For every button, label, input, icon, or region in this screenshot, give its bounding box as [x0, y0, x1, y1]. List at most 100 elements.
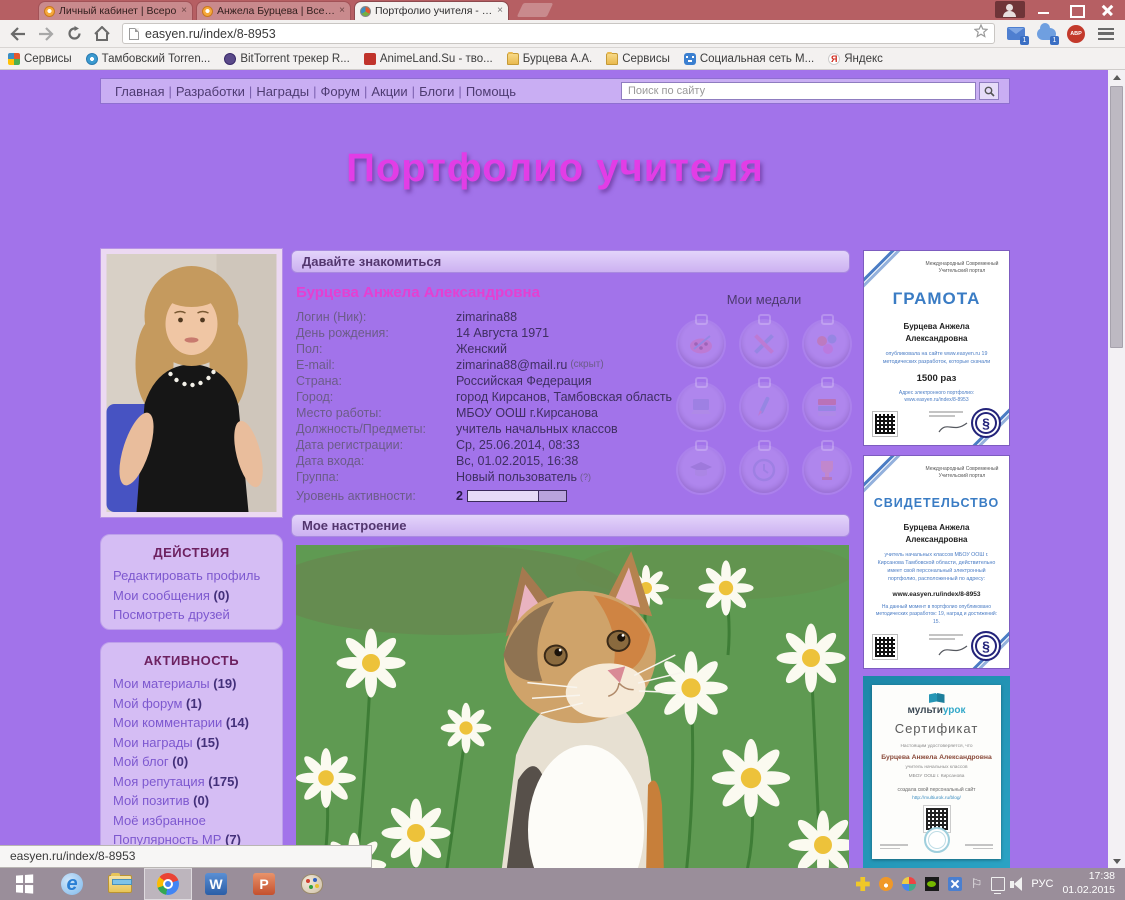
tab-personal-cabinet[interactable]: Личный кабинет | Всеро ×: [38, 1, 193, 20]
round-seal-icon: [924, 827, 950, 853]
address-bar[interactable]: easyen.ru/index/8-8953: [122, 23, 995, 44]
language-indicator[interactable]: РУС: [1031, 878, 1053, 890]
certificate-multiurok[interactable]: мультиурок Сертификат Настоящим удостове…: [863, 676, 1010, 868]
reload-icon[interactable]: [62, 23, 86, 45]
cloud-badge: 1: [1050, 36, 1059, 45]
edit-profile-link[interactable]: Редактировать профиль: [113, 566, 270, 586]
profile-full-name: Бурцева Анжела Александровна: [296, 284, 540, 301]
link-label: Мои сообщения: [113, 588, 210, 603]
bookmark-yandex[interactable]: Я Яндекс: [828, 53, 883, 65]
medal-books-icon: [804, 384, 850, 430]
tab-close-icon[interactable]: ×: [497, 6, 503, 16]
tray-plugin-icon[interactable]: [856, 877, 870, 891]
nav-separator: |: [458, 84, 461, 99]
certificate-gramota[interactable]: Международный Современный Учительский по…: [863, 250, 1010, 446]
taskbar-file-explorer[interactable]: [96, 868, 144, 900]
scroll-up-icon[interactable]: [1108, 70, 1125, 84]
bookmark-folder-services[interactable]: Сервисы: [606, 53, 670, 65]
link-label: Мои награды: [113, 735, 193, 750]
taskbar-word[interactable]: W: [192, 868, 240, 900]
page-scrollbar[interactable]: [1108, 70, 1125, 868]
group-help-icon[interactable]: (?): [580, 469, 591, 485]
tab-close-icon[interactable]: ×: [181, 6, 187, 16]
bookmark-apps[interactable]: Сервисы: [8, 53, 72, 65]
new-tab-button[interactable]: [517, 3, 554, 17]
bookmark-animeland[interactable]: AnimeLand.Su - тво...: [364, 53, 493, 65]
certificate-svidetelstvo[interactable]: Международный Современный Учительский по…: [863, 455, 1010, 669]
nav-develop[interactable]: Разработки: [176, 84, 245, 99]
profile-row-group: Группа: Новый пользователь (?): [296, 469, 686, 485]
view-friends-link[interactable]: Посмотреть друзей: [113, 605, 270, 625]
medal-laptop-icon: [678, 384, 724, 430]
link-count: (19): [213, 676, 236, 691]
nvidia-icon[interactable]: [925, 877, 939, 891]
my-messages-link[interactable]: Мои сообщения (0): [113, 586, 270, 606]
tray-update-icon[interactable]: [879, 877, 893, 891]
my-comments-link[interactable]: Мои комментарии (14): [113, 713, 270, 733]
cloud-extension-icon[interactable]: 1: [1033, 23, 1059, 45]
url-text[interactable]: easyen.ru/index/8-8953: [145, 27, 968, 41]
profile-row-email: E-mail: zimarina88@mail.ru (скрыт): [296, 357, 686, 373]
multiurok-book-icon: [929, 693, 945, 703]
browser-profile-icon[interactable]: [995, 1, 1025, 18]
bookmark-tambov-torrent[interactable]: Тамбовский Torren...: [86, 53, 211, 65]
nav-awards[interactable]: Награды: [256, 84, 309, 99]
nav-help[interactable]: Помощь: [466, 84, 516, 99]
tab-angela-burtseva[interactable]: Анжела Бурцева | Всеро ×: [196, 1, 351, 20]
start-button[interactable]: [0, 868, 48, 900]
scrollbar-thumb[interactable]: [1110, 86, 1123, 348]
bookmark-bittorrent[interactable]: BitTorrent трекер R...: [224, 53, 350, 65]
close-button[interactable]: [1095, 1, 1121, 18]
medal-palette-icon: [678, 321, 724, 367]
site-search-input[interactable]: [621, 82, 976, 100]
bookmark-social-network[interactable]: Социальная сеть М...: [684, 53, 814, 65]
nav-blogs[interactable]: Блоги: [419, 84, 454, 99]
taskbar-chrome[interactable]: [144, 868, 192, 900]
profile-label: День рождения:: [296, 325, 456, 341]
medal-graduation-cap-icon: [678, 447, 724, 493]
taskbar-internet-explorer[interactable]: e: [48, 868, 96, 900]
taskbar-powerpoint[interactable]: P: [240, 868, 288, 900]
folder-icon: [507, 53, 519, 65]
back-icon[interactable]: [6, 23, 30, 45]
my-reputation-link[interactable]: Моя репутация (175): [113, 772, 270, 792]
scroll-down-icon[interactable]: [1108, 854, 1125, 868]
tab-close-icon[interactable]: ×: [339, 6, 345, 16]
certificate-footer: На данный момент в портфолио опубликован…: [874, 604, 999, 627]
home-icon[interactable]: [90, 23, 114, 45]
my-materials-link[interactable]: Мои материалы (19): [113, 674, 270, 694]
mail-extension-icon[interactable]: 1: [1003, 23, 1029, 45]
my-favorites-link[interactable]: Моё избранное: [113, 811, 270, 831]
brand-part-multi: мульти: [907, 705, 942, 716]
minimize-button[interactable]: [1031, 1, 1057, 18]
browser-menu-icon[interactable]: [1093, 23, 1119, 45]
site-search-button[interactable]: [979, 82, 999, 100]
my-forum-link[interactable]: Мой форум (1): [113, 694, 270, 714]
apps-grid-icon: [8, 53, 20, 65]
my-positive-link[interactable]: Мой позитив (0): [113, 791, 270, 811]
profile-label: Пол:: [296, 341, 456, 357]
actions-panel: ДЕЙСТВИЯ Редактировать профиль Мои сообщ…: [100, 534, 283, 630]
nav-forum[interactable]: Форум: [320, 84, 360, 99]
tray-tools-icon[interactable]: [948, 877, 962, 891]
taskbar-paint[interactable]: [288, 868, 336, 900]
certificate-portal-header: Международный Современный Учительский по…: [923, 466, 1001, 480]
forward-icon[interactable]: [34, 23, 58, 45]
my-awards-link[interactable]: Мои награды (15): [113, 733, 270, 753]
profile-row-position: Должность/Предметы: учитель начальных кл…: [296, 421, 686, 437]
network-icon[interactable]: [991, 877, 1005, 891]
tray-color-app-icon[interactable]: [902, 877, 916, 891]
nav-separator: |: [168, 84, 171, 99]
bookmark-folder-burtseva[interactable]: Бурцева А.А.: [507, 53, 592, 65]
adblock-extension-icon[interactable]: ABP: [1063, 23, 1089, 45]
restore-button[interactable]: [1063, 1, 1089, 18]
bookmark-star-icon[interactable]: [974, 24, 988, 43]
nav-home[interactable]: Главная: [115, 84, 164, 99]
volume-icon[interactable]: [1014, 877, 1022, 891]
my-blog-link[interactable]: Мой блог (0): [113, 752, 270, 772]
action-center-flag-icon[interactable]: ⚐: [971, 877, 983, 891]
clock[interactable]: 17:38 01.02.2015: [1062, 870, 1115, 897]
link-count: (0): [214, 588, 230, 603]
tab-portfolio-active[interactable]: Портфолио учителя - Бу ×: [354, 1, 509, 20]
nav-actions[interactable]: Акции: [371, 84, 407, 99]
